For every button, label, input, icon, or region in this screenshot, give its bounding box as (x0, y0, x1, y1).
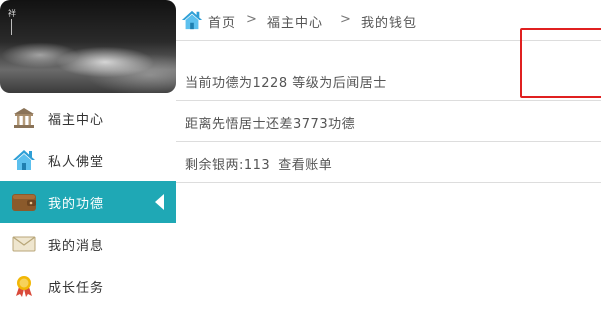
balance-row: 剩余银两:113 查看账单 (176, 142, 601, 183)
breadcrumb-separator: > (340, 12, 351, 27)
envelope-icon (12, 232, 36, 256)
breadcrumb-current: 我的钱包 (361, 16, 418, 31)
balance-row-content: 剩余银两:113 查看账单 (185, 154, 332, 173)
sidebar-item-label: 福主中心 (48, 113, 105, 128)
sidebar-item-label: 我的功德 (48, 197, 105, 212)
next-level-row: 距离先悟居士还差3773功德 (176, 101, 601, 142)
sidebar-item-growth-tasks[interactable]: 成长任务 (0, 265, 176, 307)
wallet-icon (12, 190, 36, 214)
sidebar: 祥 福主中心 私人佛堂 我的功德 我的消息 成长任务 (0, 0, 176, 313)
view-bill-link[interactable]: 查看账单 (278, 158, 332, 173)
home-icon[interactable] (181, 9, 203, 31)
home-icon (12, 148, 36, 172)
sidebar-nav: 福主中心 私人佛堂 我的功德 我的消息 成长任务 (0, 97, 176, 307)
breadcrumb: 首页 > 福主中心 > 我的钱包 (176, 0, 601, 41)
breadcrumb-separator: > (246, 12, 257, 27)
temple-icon (12, 106, 36, 130)
sidebar-item-label: 私人佛堂 (48, 155, 105, 170)
merit-level-row: 当前功德为1228 等级为后闻居士 (176, 60, 601, 101)
sidebar-item-master-center[interactable]: 福主中心 (0, 97, 176, 139)
breadcrumb-master-center-link[interactable]: 福主中心 (267, 12, 323, 31)
main-content: 首页 > 福主中心 > 我的钱包 当前功德为1228 等级为后闻居士 距离先悟居… (176, 0, 601, 313)
balance-text: 剩余银两:113 (185, 158, 271, 173)
medal-icon (12, 274, 36, 298)
banner-seal-line (11, 19, 12, 35)
sidebar-item-private-shrine[interactable]: 私人佛堂 (0, 139, 176, 181)
profile-banner-image: 祥 (0, 0, 176, 93)
merit-level-text: 当前功德为1228 等级为后闻居士 (185, 76, 387, 91)
sidebar-item-my-merit[interactable]: 我的功德 (0, 181, 176, 223)
sidebar-item-label: 成长任务 (48, 281, 105, 296)
sidebar-item-my-messages[interactable]: 我的消息 (0, 223, 176, 265)
next-level-text: 距离先悟居士还差3773功德 (185, 117, 356, 132)
sidebar-item-label: 我的消息 (48, 239, 105, 254)
breadcrumb-home-link[interactable]: 首页 (208, 12, 236, 31)
banner-seal-text: 祥 (8, 9, 16, 18)
